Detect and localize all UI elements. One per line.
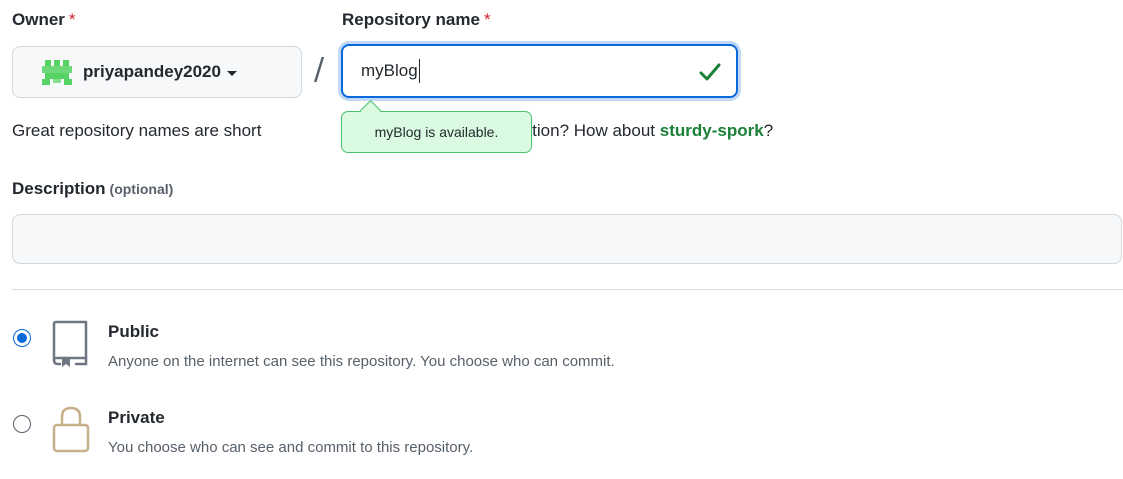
text-cursor bbox=[418, 59, 420, 83]
owner-name: priyapandey2020 bbox=[83, 62, 221, 81]
owner-label-text: Owner bbox=[12, 10, 65, 29]
visibility-public-radio[interactable] bbox=[13, 329, 31, 347]
chevron-down-icon bbox=[226, 70, 237, 76]
repository-name-input[interactable]: myBlog bbox=[361, 46, 681, 96]
owner-select-button[interactable]: priyapandey2020 bbox=[12, 46, 302, 98]
owner-repo-separator: / bbox=[314, 52, 325, 87]
repository-name-label: Repository name * bbox=[342, 10, 491, 30]
section-divider bbox=[12, 289, 1123, 290]
description-label-text: Description bbox=[12, 179, 106, 198]
helper-prefix: Great repository names are short bbox=[12, 121, 262, 140]
description-input[interactable] bbox=[12, 214, 1122, 264]
visibility-public-description: Anyone on the internet can see this repo… bbox=[108, 353, 615, 370]
repo-icon bbox=[50, 320, 90, 368]
owner-label: Owner * bbox=[12, 10, 76, 30]
visibility-private-radio[interactable] bbox=[13, 415, 31, 433]
helper-suffix: ? bbox=[763, 121, 774, 140]
visibility-private-title: Private bbox=[108, 408, 165, 427]
visibility-private-description: You choose who can see and commit to thi… bbox=[108, 439, 474, 456]
owner-required-mark: * bbox=[68, 10, 76, 29]
description-optional-note: (optional) bbox=[109, 181, 174, 197]
check-icon bbox=[698, 60, 722, 84]
repository-name-field[interactable]: myBlog bbox=[341, 44, 738, 98]
suggested-name-link[interactable]: sturdy-spork bbox=[660, 121, 764, 140]
description-label: Description (optional) bbox=[12, 179, 173, 199]
lock-icon bbox=[52, 405, 92, 453]
repository-required-mark: * bbox=[483, 10, 491, 29]
owner-avatar-icon bbox=[41, 56, 73, 88]
repository-name-label-text: Repository name bbox=[342, 10, 480, 29]
repository-name-value: myBlog bbox=[361, 61, 418, 80]
visibility-public-title: Public bbox=[108, 322, 160, 341]
